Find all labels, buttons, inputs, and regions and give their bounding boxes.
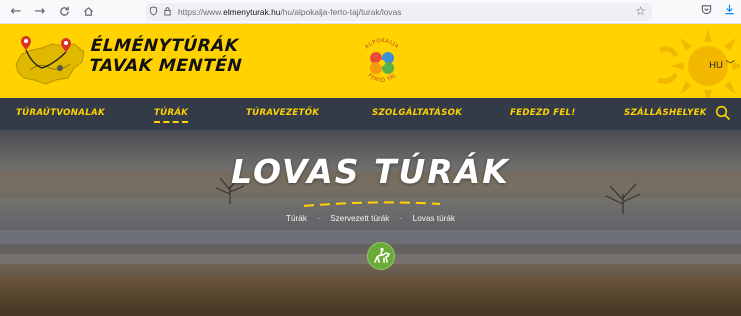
site-header: ÉLMÉNYTÚRÁK TAVAK MENTÉN ALPOKALJA FERTŐ… <box>0 24 741 98</box>
hero-water-band <box>0 230 741 244</box>
breadcrumb-item-szervezett-turak[interactable]: Szervezett túrák <box>330 214 389 223</box>
home-icon[interactable] <box>78 2 98 22</box>
forward-arrow-icon[interactable]: → <box>30 2 50 22</box>
alpokalja-ferto-taj-logo-icon[interactable]: ALPOKALJA FERTŐ TÁJ <box>354 34 410 90</box>
language-label: HU <box>709 60 723 71</box>
browser-toolbar: ← → https://www.elmenyturak.hu/hu/alpoka… <box>0 0 741 24</box>
breadcrumb: Túrák · Szervezett túrák · Lovas túrák <box>0 214 741 223</box>
breadcrumb-item-turak[interactable]: Túrák <box>286 214 307 223</box>
breadcrumb-separator: · <box>399 214 403 223</box>
horse-rider-badge <box>367 242 395 270</box>
horse-rider-icon <box>374 247 391 263</box>
nav-item-szolgaltatasok[interactable]: SZOLGÁLTATÁSOK <box>372 108 462 118</box>
pocket-icon[interactable] <box>701 4 712 18</box>
nav-item-turak[interactable]: TÚRÁK <box>154 108 189 123</box>
chevron-down-icon: ﹀ <box>725 60 735 71</box>
lock-icon[interactable] <box>160 6 174 19</box>
nav-item-turavezetok[interactable]: TÚRAVEZETŐK <box>246 108 319 118</box>
shield-icon[interactable] <box>146 5 160 19</box>
download-icon[interactable] <box>724 4 735 18</box>
breadcrumb-separator: · <box>317 214 320 223</box>
svg-text:ALPOKALJA: ALPOKALJA <box>364 38 400 50</box>
brand-line-1: ÉLMÉNYTÚRÁK <box>90 36 240 56</box>
address-bar[interactable]: https://www.elmenyturak.hu/hu/alpokalja-… <box>146 3 652 21</box>
bookmark-star-icon[interactable]: ☆ <box>635 4 646 18</box>
nav-item-szallashelyek[interactable]: SZÁLLÁSHELYEK <box>624 108 707 118</box>
language-switcher[interactable]: HU ﹀ <box>709 57 735 71</box>
svg-text:FERTŐ TÁJ: FERTŐ TÁJ <box>367 73 398 85</box>
nav-item-turautvonalak[interactable]: TÚRAÚTVONALAK <box>16 108 105 118</box>
hero-reeds-band <box>0 278 741 316</box>
reload-icon[interactable] <box>54 2 74 22</box>
hungary-map-logo-icon[interactable] <box>12 34 88 92</box>
title-dashed-underline <box>303 201 441 207</box>
search-icon[interactable] <box>715 105 731 121</box>
brand-line-2: TAVAK MENTÉN <box>88 56 243 76</box>
main-navigation: TÚRAÚTVONALAK TÚRÁK TÚRAVEZETŐK SZOLGÁLT… <box>0 98 741 130</box>
back-arrow-icon[interactable]: ← <box>6 2 26 22</box>
nav-item-fedezd-fel[interactable]: FEDEZD FEL! <box>510 108 576 118</box>
hero-banner: LOVAS TÚRÁK Túrák · Szervezett túrák · L… <box>0 130 741 316</box>
page-title: LOVAS TÚRÁK <box>231 152 510 191</box>
url-text: https://www.elmenyturak.hu/hu/alpokalja-… <box>178 7 402 17</box>
breadcrumb-item-lovas-turak: Lovas túrák <box>412 214 455 223</box>
site-brand-title[interactable]: ÉLMÉNYTÚRÁK TAVAK MENTÉN <box>89 36 245 76</box>
